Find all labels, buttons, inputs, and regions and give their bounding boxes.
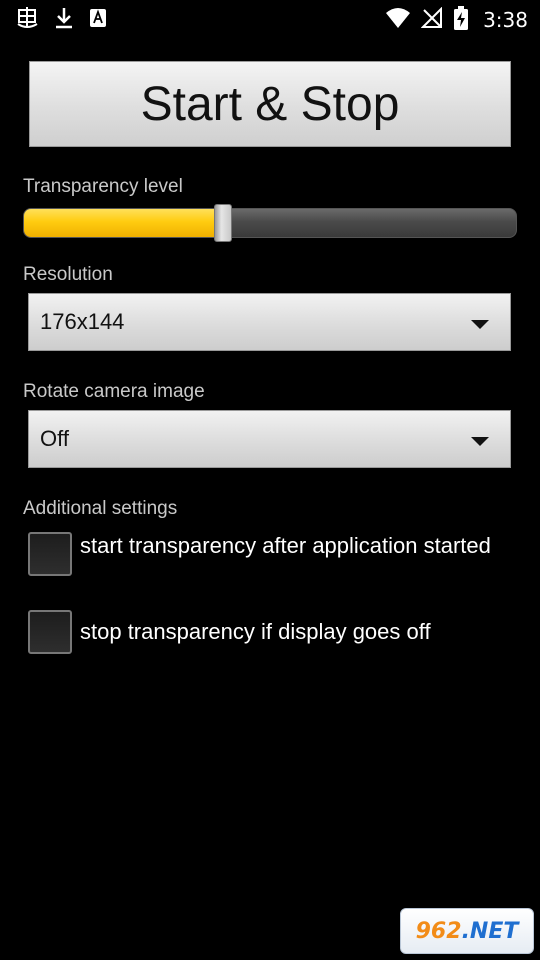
- checkbox[interactable]: [28, 532, 72, 576]
- rotate-label: Rotate camera image: [23, 381, 205, 402]
- rotate-value: Off: [40, 426, 69, 451]
- checkbox-stop-display-off[interactable]: stop transparency if display goes off: [28, 610, 500, 654]
- resolution-dropdown[interactable]: 176x144: [28, 293, 511, 351]
- watermark-text-b: .NET: [461, 918, 519, 944]
- resolution-label: Resolution: [23, 264, 113, 285]
- resolution-value: 176x144: [40, 309, 125, 334]
- font-app-icon: [88, 7, 108, 33]
- status-left-icons: [14, 6, 108, 34]
- start-stop-button[interactable]: Start & Stop: [29, 61, 511, 147]
- bug-icon: [14, 6, 40, 34]
- transparency-slider[interactable]: [23, 204, 517, 242]
- dropdown-arrow-icon: [471, 437, 489, 446]
- slider-thumb[interactable]: [214, 204, 233, 242]
- additional-settings-label: Additional settings: [23, 498, 178, 519]
- watermark-logo: 962 .NET: [400, 908, 534, 954]
- start-stop-label: Start & Stop: [140, 77, 400, 131]
- checkbox-label: stop transparency if display goes off: [80, 619, 431, 644]
- no-signal-icon: [420, 6, 443, 33]
- dropdown-arrow-icon: [471, 320, 489, 329]
- transparency-label: Transparency level: [23, 176, 183, 197]
- download-icon: [54, 6, 74, 34]
- checkbox-start-after-launch[interactable]: start transparency after application sta…: [28, 532, 500, 576]
- checkbox-label: start transparency after application sta…: [80, 533, 491, 558]
- checkbox[interactable]: [28, 610, 72, 654]
- slider-track[interactable]: [23, 208, 517, 238]
- slider-fill: [24, 209, 224, 237]
- status-right-icons: 3:38: [385, 6, 528, 34]
- status-time: 3:38: [483, 8, 528, 32]
- app-screen: 3:38 Start & Stop Transparency level Res…: [0, 0, 540, 960]
- status-bar: 3:38: [0, 0, 540, 36]
- battery-charging-icon: [453, 6, 469, 34]
- rotate-dropdown[interactable]: Off: [28, 410, 511, 468]
- watermark-text-a: 962: [415, 918, 462, 944]
- wifi-icon: [385, 7, 411, 33]
